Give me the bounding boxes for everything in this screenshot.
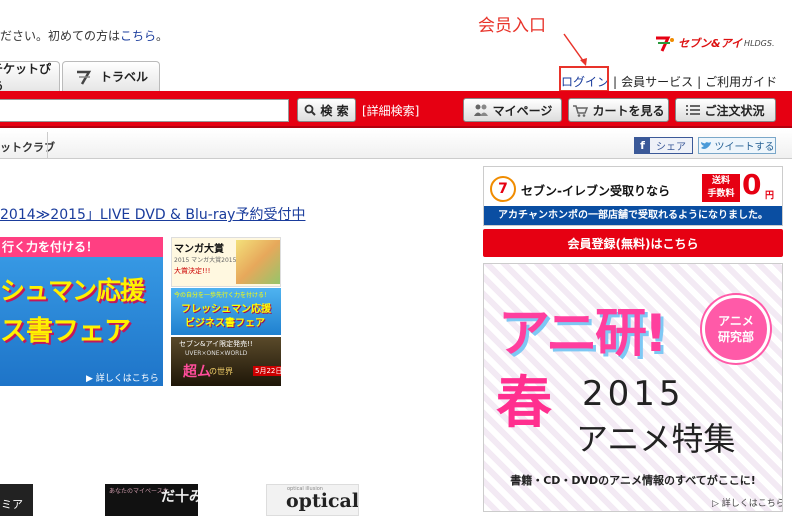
guide-link[interactable]: ご利用ガイド bbox=[705, 73, 777, 90]
mypage-label: マイページ bbox=[492, 103, 553, 118]
search-button-label: 検 索 bbox=[320, 103, 349, 118]
tab-label: チケットぴあ bbox=[0, 61, 52, 93]
seven-travel-icon bbox=[76, 70, 92, 85]
member-register-button[interactable]: 会員登録(無料)はこちら bbox=[483, 229, 783, 257]
pickup-title: セブン-イレブン受取りなら bbox=[521, 184, 670, 198]
anime-club-badge: アニメ 研究部 bbox=[702, 295, 770, 363]
welcome-message: ださい。初めての方はこちら。 bbox=[0, 27, 168, 44]
welcome-end: 。 bbox=[156, 29, 169, 43]
mypage-button[interactable]: マイページ bbox=[463, 98, 562, 122]
facebook-icon: f bbox=[635, 138, 650, 153]
tweet-button[interactable]: ツイートする bbox=[698, 137, 776, 154]
banner-caption: 今の自分を一歩先行く力を付ける！ bbox=[174, 292, 271, 299]
company-logo[interactable]: セブン&アイ HLDGS. bbox=[654, 34, 775, 52]
banner-subtitle: 2015 マンガ大賞2015 bbox=[174, 257, 237, 264]
banner-more-link: ▶ 詳しくはこちら bbox=[86, 374, 159, 384]
spring-kanji: 春 bbox=[496, 371, 552, 436]
thumbnail-banner[interactable]: あなたのマイペースな だ十み っ四ん bbox=[105, 484, 198, 516]
order-status-label: ご注文状況 bbox=[704, 103, 765, 118]
badge-line-1: アニメ bbox=[718, 314, 754, 328]
anime-year: 2015 bbox=[582, 374, 685, 414]
anime-feature-banner[interactable]: アニ研! アニメ 研究部 春 2015 アニメ特集 書籍・CD・DVDのアニメ情… bbox=[483, 263, 783, 512]
thumbnail-text: ミア bbox=[1, 498, 23, 511]
separator: | bbox=[613, 74, 618, 89]
anime-subtitle: 書籍・CD・DVDのアニメ情報のすべてがここに! bbox=[510, 474, 756, 487]
advanced-search-link[interactable]: [詳細検索] bbox=[362, 102, 419, 119]
banner-title: 超ム bbox=[183, 364, 211, 380]
tab-label: トラベル bbox=[99, 70, 148, 84]
order-status-button[interactable]: ご注文状況 bbox=[675, 98, 776, 122]
headline-link[interactable]: 2014≫2015」LIVE DVD & Blu-ray予約受付中 bbox=[0, 204, 305, 224]
anime-more-link: ▷ 詳しくはこちら bbox=[712, 499, 783, 509]
divider bbox=[47, 132, 48, 158]
separator: | bbox=[697, 74, 702, 89]
banner-subtitle: ビジネス書フェア bbox=[185, 318, 265, 329]
cart-label: カートを見る bbox=[592, 103, 665, 118]
search-input[interactable] bbox=[0, 99, 289, 122]
search-button[interactable]: 検 索 bbox=[297, 98, 356, 122]
list-icon bbox=[686, 105, 701, 115]
tweet-label: ツイートする bbox=[714, 142, 775, 153]
thumbnail-banner[interactable]: ミア bbox=[0, 484, 33, 516]
banner-title: フレッシュマン応援 bbox=[181, 304, 271, 315]
annotation-arrow-icon bbox=[563, 33, 587, 66]
pickup-notice: アカチャンホンポの一部店舗で受取れるようになりました。 bbox=[484, 206, 782, 225]
logo-text: セブン&アイ bbox=[678, 37, 743, 50]
seven-eleven-pickup-banner[interactable]: 7 セブン-イレブン受取りなら 送料 手数料 0 円 アカチャンホンポの一部店舗… bbox=[483, 166, 783, 226]
member-service-link[interactable]: 会員サービス bbox=[621, 73, 693, 90]
banner-date: 5月22日 bbox=[253, 366, 281, 376]
first-time-link[interactable]: こちら bbox=[120, 29, 156, 43]
banner-artist: UVER×ONE×WORLD bbox=[185, 350, 248, 357]
tab-travel[interactable]: トラベル bbox=[62, 61, 160, 91]
banner-line-1: シュマン応援 bbox=[0, 276, 145, 305]
fee-yen: 円 bbox=[765, 191, 775, 201]
welcome-text: ださい。初めての方は bbox=[0, 29, 121, 43]
freshman-fair-banner[interactable]: 行く力を付ける！ シュマン応援 ス書フェア ▶ 詳しくはこちら bbox=[0, 237, 163, 386]
banner-note: 大賞決定!!! bbox=[174, 267, 211, 275]
thumbnail-title: だ十み っ四ん bbox=[161, 489, 198, 505]
banner-top-text: 行く力を付ける！ bbox=[0, 237, 163, 257]
login-highlight-box bbox=[559, 66, 609, 92]
manga-cover-image bbox=[236, 240, 280, 284]
banner-subtitle: の世界 bbox=[209, 367, 233, 376]
share-label: シェア bbox=[656, 142, 686, 153]
people-icon bbox=[473, 104, 488, 116]
twitter-bird-icon bbox=[700, 141, 711, 149]
seven-i-logo-icon bbox=[656, 36, 674, 52]
banner-caption: セブン&アイ限定発売!! bbox=[179, 340, 253, 348]
tab-ticket-pia[interactable]: チケットぴあ bbox=[0, 61, 60, 93]
fee-badge: 送料 手数料 bbox=[702, 174, 740, 202]
logo-sub: HLDGS. bbox=[744, 38, 775, 48]
search-icon bbox=[305, 104, 317, 116]
optical-banner[interactable]: optical illusion optical bbox=[266, 484, 359, 516]
manga-award-banner[interactable]: マンガ大賞 2015 マンガ大賞2015 大賞決定!!! bbox=[171, 237, 281, 287]
facebook-share-button[interactable]: f シェア bbox=[634, 137, 693, 154]
business-fair-banner[interactable]: 今の自分を一歩先行く力を付ける！ フレッシュマン応援 ビジネス書フェア bbox=[171, 288, 281, 335]
annotation-label: 会员入口 bbox=[478, 16, 546, 36]
thumbnail-caption: あなたのマイペースな bbox=[109, 488, 169, 495]
seven-eleven-logo-icon: 7 bbox=[490, 176, 516, 202]
banner-title: マンガ大賞 bbox=[174, 244, 224, 255]
cart-button[interactable]: カートを見る bbox=[568, 98, 669, 122]
anime-feature-title: アニメ特集 bbox=[576, 420, 736, 458]
badge-line-2: 研究部 bbox=[717, 330, 754, 344]
uverworld-banner[interactable]: セブン&アイ限定発売!! UVER×ONE×WORLD 超ム の世界 5月22日 bbox=[171, 337, 281, 386]
banner-line-2: ス書フェア bbox=[0, 316, 131, 347]
thumbnail-title: optical bbox=[286, 490, 359, 512]
cart-icon bbox=[573, 104, 589, 117]
fee-zero: 0 bbox=[742, 168, 762, 201]
anime-title: アニ研! bbox=[498, 304, 668, 364]
